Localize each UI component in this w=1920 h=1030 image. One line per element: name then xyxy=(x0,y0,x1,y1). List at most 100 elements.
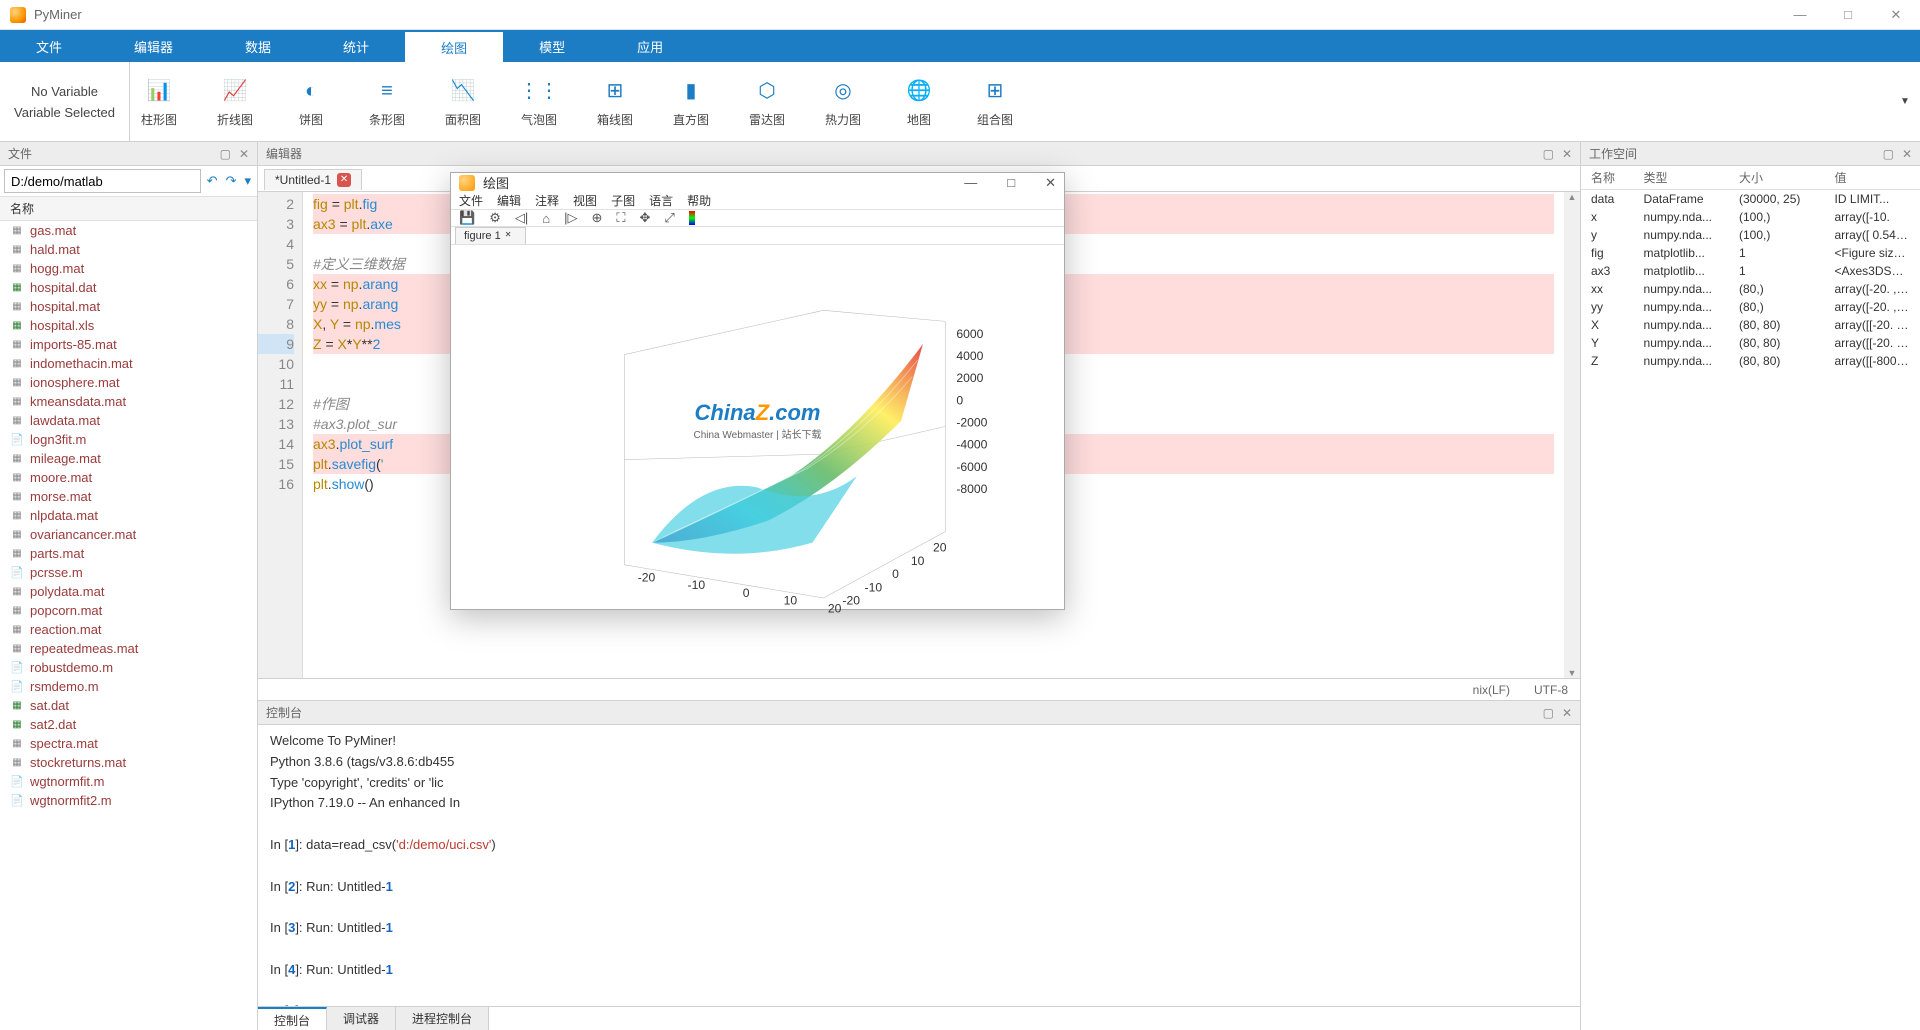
plot-close-button[interactable]: ✕ xyxy=(1045,175,1056,191)
file-item[interactable]: hald.mat xyxy=(0,240,257,259)
file-item[interactable]: polydata.mat xyxy=(0,582,257,601)
menu-item-3[interactable]: 统计 xyxy=(307,30,405,62)
ws-row[interactable]: xxnumpy.nda...(80,)array([-20. , -1... xyxy=(1581,280,1920,298)
chart-type-4[interactable]: 📉面积图 xyxy=(444,75,482,128)
plot-tab-close-icon[interactable]: ✕ xyxy=(505,230,517,242)
file-item[interactable]: rsmdemo.m xyxy=(0,677,257,696)
chart-type-0[interactable]: 📊柱形图 xyxy=(140,75,178,128)
file-item[interactable]: popcorn.mat xyxy=(0,601,257,620)
zoom-icon[interactable]: ⛶ xyxy=(616,210,625,226)
path-input[interactable] xyxy=(4,169,201,193)
file-item[interactable]: kmeansdata.mat xyxy=(0,392,257,411)
file-item[interactable]: lawdata.mat xyxy=(0,411,257,430)
menu-item-1[interactable]: 编辑器 xyxy=(98,30,209,62)
ws-header[interactable]: 值 xyxy=(1825,166,1920,190)
ws-row[interactable]: ynumpy.nda...(100,)array([ 0.54402... xyxy=(1581,226,1920,244)
file-item[interactable]: gas.mat xyxy=(0,221,257,240)
chart-type-10[interactable]: 🌐地图 xyxy=(900,75,938,128)
file-item[interactable]: wgtnormfit.m xyxy=(0,772,257,791)
ws-row[interactable]: figmatplotlib...1<Figure size 4... xyxy=(1581,244,1920,262)
console-output[interactable]: Welcome To PyMiner! Python 3.8.6 (tags/v… xyxy=(258,725,1580,1006)
window-close-button[interactable]: ✕ xyxy=(1882,7,1910,23)
file-item[interactable]: hospital.dat xyxy=(0,278,257,297)
ws-row[interactable]: ax3matplotlib...1<Axes3DSubpl... xyxy=(1581,262,1920,280)
editor-tab-close-icon[interactable]: ✕ xyxy=(337,173,351,187)
console-undock-icon[interactable]: ▢ xyxy=(1543,706,1554,720)
file-item[interactable]: robustdemo.m xyxy=(0,658,257,677)
path-back-icon[interactable]: ↶ xyxy=(205,173,220,189)
ws-row[interactable]: Znumpy.nda...(80, 80)array([[-8000. ... xyxy=(1581,352,1920,370)
ws-row[interactable]: yynumpy.nda...(80,)array([-20. , -1... xyxy=(1581,298,1920,316)
workspace-undock-icon[interactable]: ▢ xyxy=(1883,147,1894,161)
chart-type-3[interactable]: ≡条形图 xyxy=(368,75,406,128)
plot-figure-tab[interactable]: figure 1 ✕ xyxy=(455,227,526,244)
file-item[interactable]: imports-85.mat xyxy=(0,335,257,354)
chart-type-5[interactable]: ⋮⋮气泡图 xyxy=(520,75,558,128)
ws-header[interactable]: 名称 xyxy=(1581,166,1634,190)
file-item[interactable]: sat2.dat xyxy=(0,715,257,734)
menu-item-4[interactable]: 绘图 xyxy=(405,30,503,62)
file-item[interactable]: ionosphere.mat xyxy=(0,373,257,392)
file-item[interactable]: spectra.mat xyxy=(0,734,257,753)
chart-type-9[interactable]: ◎热力图 xyxy=(824,75,862,128)
file-item[interactable]: hospital.xls xyxy=(0,316,257,335)
plot-menu-3[interactable]: 视图 xyxy=(573,192,597,209)
plot-window[interactable]: 绘图 — □ ✕ 文件编辑注释视图子图语言帮助 💾 ⚙ ◁| ⌂ |▷ ⊕ ⛶ … xyxy=(450,172,1065,610)
settings-icon[interactable]: ⚙ xyxy=(489,210,501,226)
console-tab-2[interactable]: 进程控制台 xyxy=(396,1007,489,1030)
chart-type-11[interactable]: ⊞组合图 xyxy=(976,75,1014,128)
file-item[interactable]: parts.mat xyxy=(0,544,257,563)
ws-row[interactable]: Xnumpy.nda...(80, 80)array([[-20. , -... xyxy=(1581,316,1920,334)
file-item[interactable]: morse.mat xyxy=(0,487,257,506)
menu-item-2[interactable]: 数据 xyxy=(209,30,307,62)
file-item[interactable]: nlpdata.mat xyxy=(0,506,257,525)
file-item[interactable]: wgtnormfit2.m xyxy=(0,791,257,810)
file-item[interactable]: stockreturns.mat xyxy=(0,753,257,772)
window-maximize-button[interactable]: □ xyxy=(1834,7,1862,23)
console-close-icon[interactable]: ✕ xyxy=(1562,706,1572,720)
ws-row[interactable]: Ynumpy.nda...(80, 80)array([[-20. , -... xyxy=(1581,334,1920,352)
file-item[interactable]: logn3fit.m xyxy=(0,430,257,449)
path-forward-icon[interactable]: ↷ xyxy=(224,173,239,189)
color-icon[interactable] xyxy=(689,211,695,225)
editor-scrollbar[interactable]: ▲▼ xyxy=(1564,192,1580,678)
plot-menu-5[interactable]: 语言 xyxy=(649,192,673,209)
file-item[interactable]: repeatedmeas.mat xyxy=(0,639,257,658)
path-browse-icon[interactable]: ▾ xyxy=(242,173,253,189)
file-item[interactable]: reaction.mat xyxy=(0,620,257,639)
file-item[interactable]: pcrsse.m xyxy=(0,563,257,582)
home-icon[interactable]: ⌂ xyxy=(542,211,550,226)
file-item[interactable]: hospital.mat xyxy=(0,297,257,316)
file-pane-close-icon[interactable]: ✕ xyxy=(239,147,249,161)
chart-type-8[interactable]: ⬡雷达图 xyxy=(748,75,786,128)
console-tab-0[interactable]: 控制台 xyxy=(258,1007,327,1030)
save-icon[interactable]: 💾 xyxy=(459,210,475,226)
plot-menu-1[interactable]: 编辑 xyxy=(497,192,521,209)
nav-left-icon[interactable]: ◁| xyxy=(515,210,528,226)
target-icon[interactable]: ⊕ xyxy=(591,210,602,226)
editor-close-icon[interactable]: ✕ xyxy=(1562,147,1572,161)
file-item[interactable]: mileage.mat xyxy=(0,449,257,468)
plot-menu-4[interactable]: 子图 xyxy=(611,192,635,209)
chart-type-6[interactable]: ⊞箱线图 xyxy=(596,75,634,128)
chart-type-7[interactable]: ▮直方图 xyxy=(672,75,710,128)
console-tab-1[interactable]: 调试器 xyxy=(327,1007,396,1030)
workspace-close-icon[interactable]: ✕ xyxy=(1902,147,1912,161)
nav-right-icon[interactable]: |▷ xyxy=(564,210,577,226)
pick-icon[interactable]: ⤢ xyxy=(664,210,674,226)
ws-header[interactable]: 大小 xyxy=(1729,166,1824,190)
file-item[interactable]: sat.dat xyxy=(0,696,257,715)
plot-maximize-button[interactable]: □ xyxy=(1007,175,1015,191)
plot-canvas[interactable]: ChinaZ.com China Webmaster | 站长下载 xyxy=(451,245,1064,629)
menu-item-0[interactable]: 文件 xyxy=(0,30,98,62)
plot-minimize-button[interactable]: — xyxy=(964,175,977,191)
window-minimize-button[interactable]: — xyxy=(1786,7,1814,23)
file-item[interactable]: moore.mat xyxy=(0,468,257,487)
plot-menu-0[interactable]: 文件 xyxy=(459,192,483,209)
chart-type-1[interactable]: 📈折线图 xyxy=(216,75,254,128)
editor-undock-icon[interactable]: ▢ xyxy=(1543,147,1554,161)
ws-header[interactable]: 类型 xyxy=(1634,166,1729,190)
editor-tab[interactable]: *Untitled-1 ✕ xyxy=(264,169,362,190)
plot-menu-2[interactable]: 注释 xyxy=(535,192,559,209)
file-item[interactable]: indomethacin.mat xyxy=(0,354,257,373)
